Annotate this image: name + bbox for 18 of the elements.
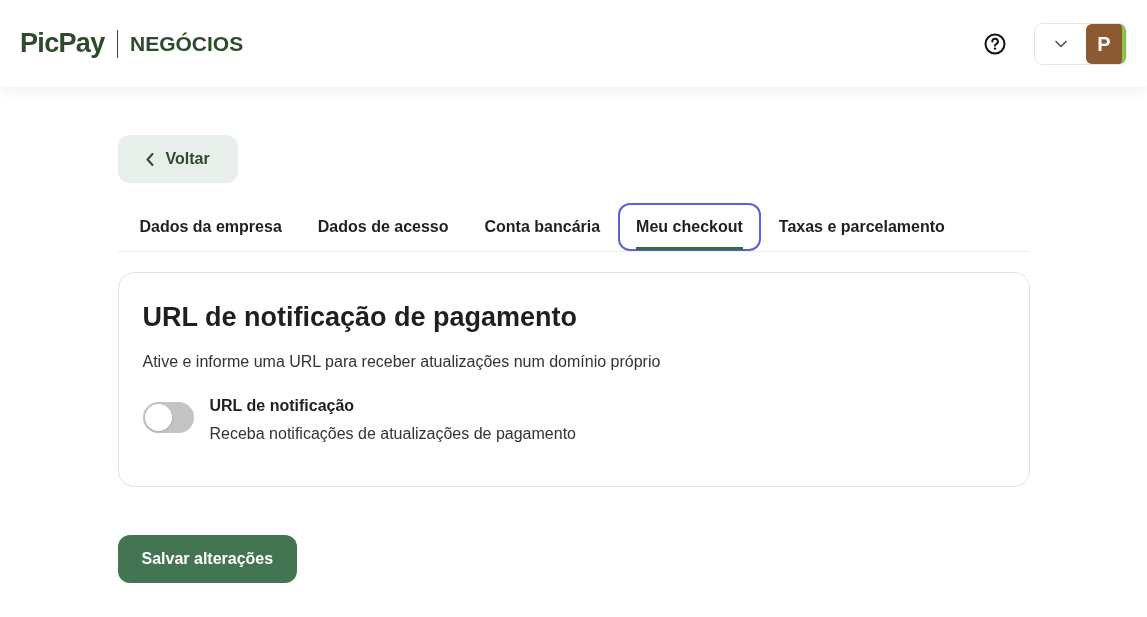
tab[interactable]: Taxas e parcelamento [760,203,963,251]
tab[interactable]: Dados de acesso [299,203,467,251]
wallet-avatar: P [1086,23,1126,64]
card-title: URL de notificação de pagamento [142,301,579,334]
logo-subtitle: NEGÓCIOS [130,30,244,57]
help-icon[interactable] [984,32,1006,55]
chevron-left-icon [145,152,154,166]
logo: PicPay [20,27,105,61]
toggle-label: URL de notificação [209,395,356,416]
account-menu-button[interactable]: P [1034,22,1127,65]
save-button[interactable]: Salvar alterações [117,534,298,583]
back-button[interactable]: Voltar [117,135,238,183]
tab[interactable]: Conta bancária [466,203,619,251]
tab[interactable]: Meu checkout [618,203,761,251]
card-description: Ative e informe uma URL para receber atualizações num domínio próprio [142,351,662,372]
toggle-switch[interactable] [142,401,194,433]
toggle-hint: Receba notificações de atualizações de pagamento [209,423,576,444]
tab[interactable]: Dados da empresa [121,203,300,251]
